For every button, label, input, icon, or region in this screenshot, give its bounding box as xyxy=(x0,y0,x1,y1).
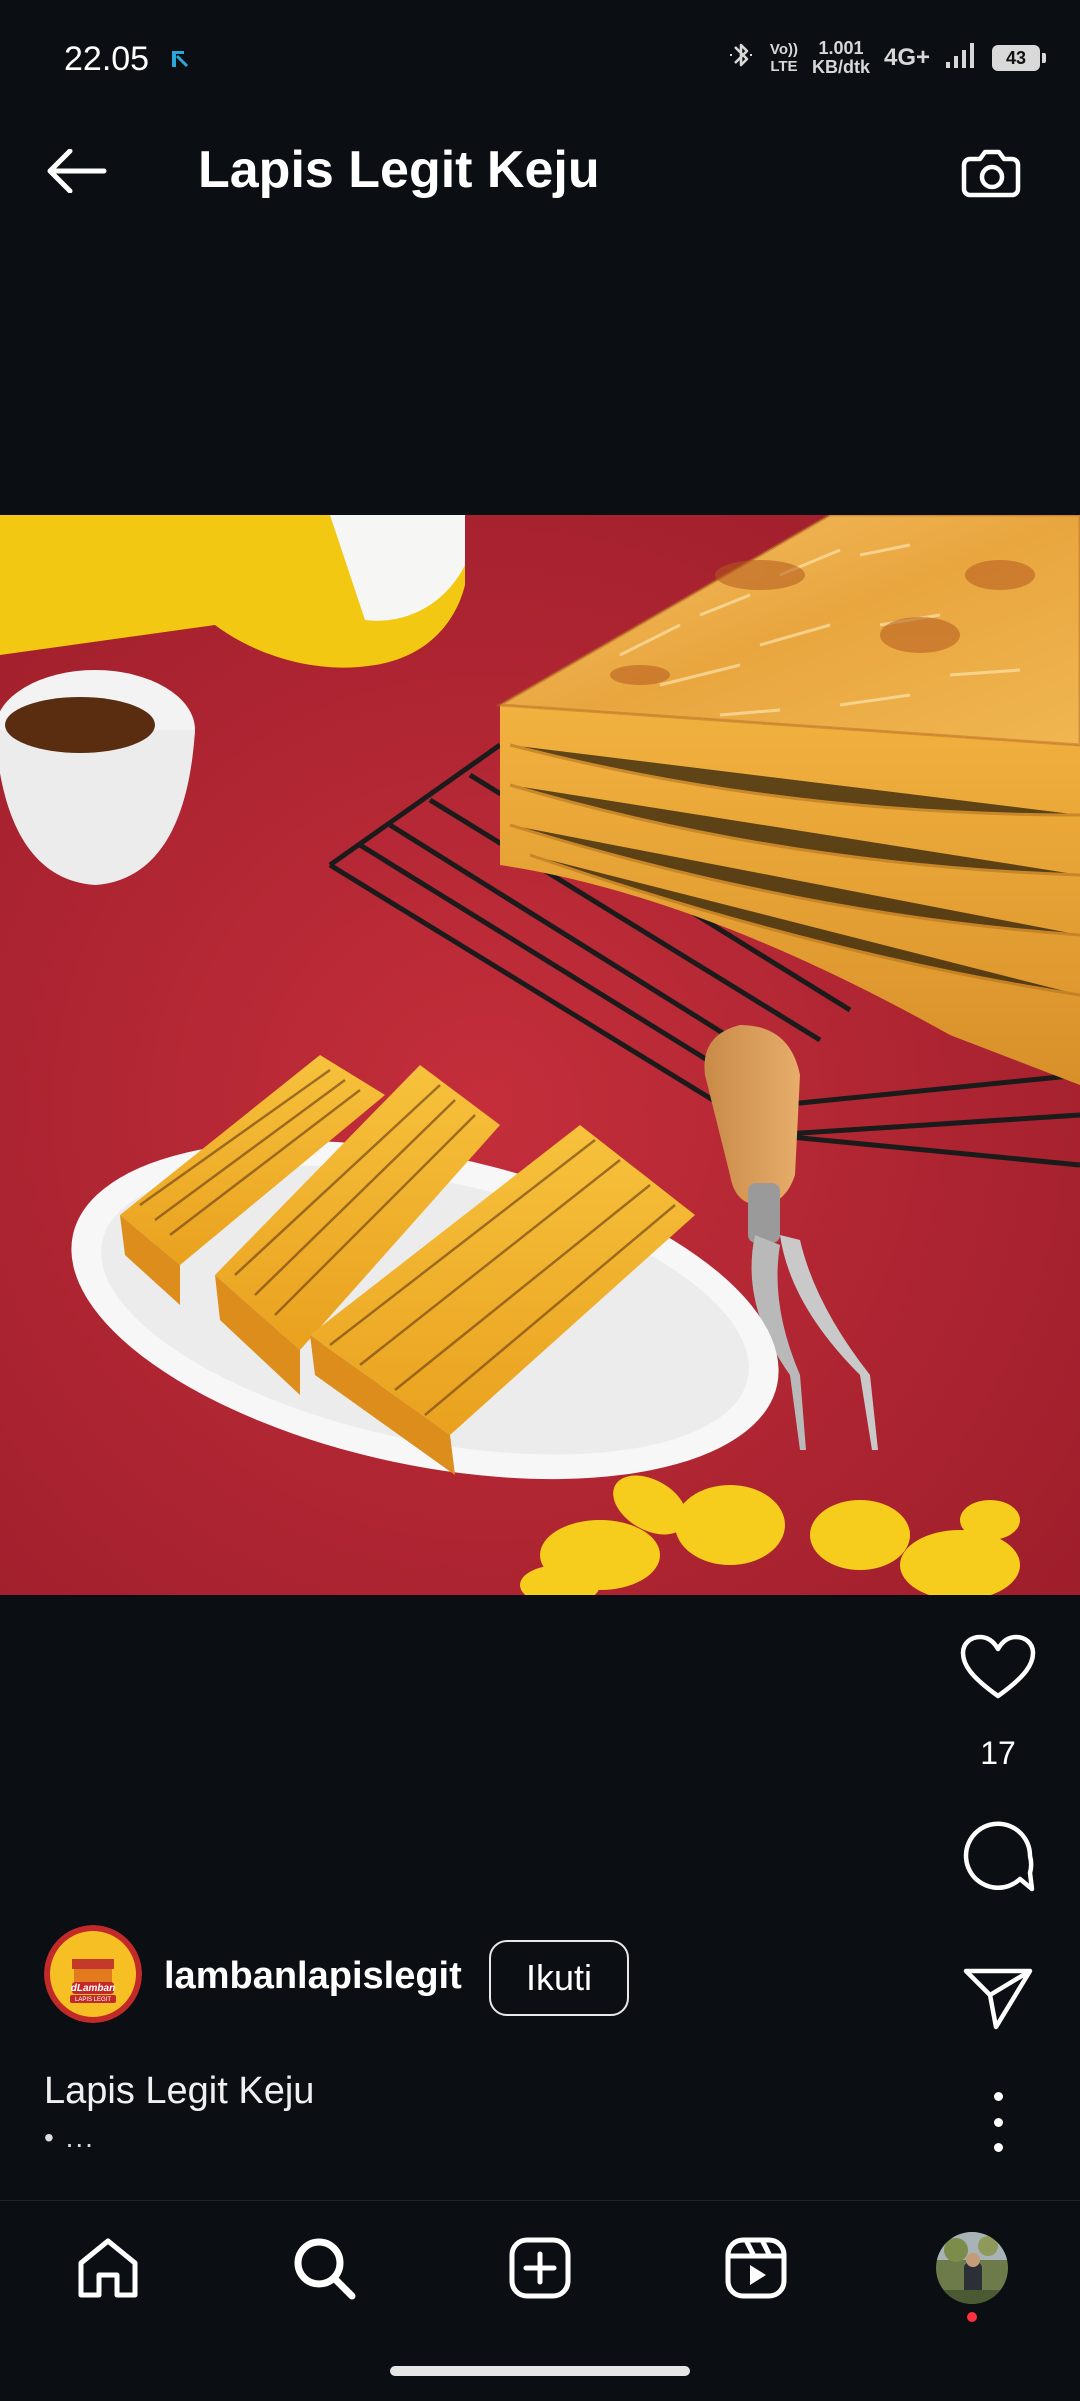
back-arrow-icon xyxy=(47,149,107,193)
caption-more[interactable]: • ... xyxy=(44,2122,95,2154)
status-time: 22.05 xyxy=(64,40,150,78)
search-icon xyxy=(294,2238,356,2300)
post-caption[interactable]: Lapis Legit Keju xyxy=(44,2070,314,2113)
author-avatar[interactable]: dLamban LAPIS LEGIT xyxy=(44,1925,142,2023)
bluetooth-icon xyxy=(726,38,756,79)
back-button[interactable] xyxy=(36,136,116,206)
reels-icon xyxy=(725,2237,787,2299)
status-indicators: Vo)) LTE 1.001 KB/dtk 4G+ 43 xyxy=(726,36,1046,80)
post-image[interactable] xyxy=(0,515,1080,1595)
more-icon-dot-2 xyxy=(993,2117,1003,2127)
nav-reels-button[interactable] xyxy=(706,2228,806,2308)
nav-home-button[interactable] xyxy=(58,2228,158,2308)
send-icon xyxy=(963,1968,1033,2030)
more-options-button[interactable] xyxy=(972,2092,1024,2152)
network-speed: 1.001 KB/dtk xyxy=(812,39,870,77)
follow-button[interactable]: Ikuti xyxy=(489,1940,629,2016)
nav-create-button[interactable] xyxy=(490,2228,590,2308)
nav-profile-button[interactable] xyxy=(922,2228,1022,2308)
heart-icon xyxy=(960,1634,1036,1699)
camera-icon xyxy=(961,149,1021,198)
more-icon-dot-1 xyxy=(993,2092,1003,2101)
share-button[interactable] xyxy=(950,1955,1046,2041)
more-icon-dot-3 xyxy=(993,2143,1003,2152)
like-button[interactable] xyxy=(950,1625,1046,1711)
signal-icon xyxy=(944,40,978,77)
home-indicator[interactable] xyxy=(390,2366,690,2376)
comment-icon xyxy=(963,1821,1035,1892)
speed-unit: KB/dtk xyxy=(811,57,870,77)
profile-avatar xyxy=(936,2232,1008,2304)
page-title: Lapis Legit Keju xyxy=(198,141,600,199)
create-icon xyxy=(509,2237,571,2299)
network-type: 4G+ xyxy=(883,44,930,71)
author-username[interactable]: lambanlapislegit xyxy=(164,1955,462,1998)
svg-text:dLamban: dLamban xyxy=(71,1983,115,1994)
speed-value: 1.001 xyxy=(818,38,864,58)
comment-button[interactable] xyxy=(950,1810,1046,1902)
like-count: 17 xyxy=(980,1735,1016,1771)
battery-indicator: 43 xyxy=(992,45,1046,71)
volte-line1: Vo)) xyxy=(769,41,798,58)
svg-text:LAPIS LEGIT: LAPIS LEGIT xyxy=(75,1997,111,2003)
nav-search-button[interactable] xyxy=(274,2228,374,2308)
camera-button[interactable] xyxy=(950,136,1034,210)
volte-line2: LTE xyxy=(770,58,798,75)
home-icon xyxy=(78,2238,138,2298)
volte-indicator: Vo)) LTE xyxy=(770,41,798,75)
notification-dot xyxy=(967,2312,977,2322)
app-notification-icon xyxy=(168,47,192,71)
